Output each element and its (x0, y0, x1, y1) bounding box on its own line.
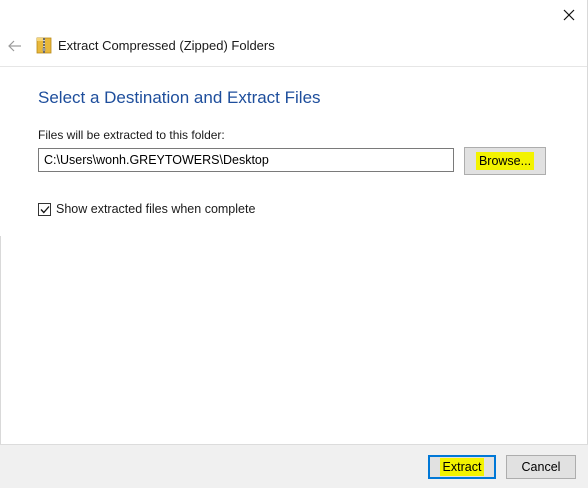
window-edge-left (0, 236, 1, 444)
back-button[interactable] (6, 37, 24, 55)
dialog-header: Extract Compressed (Zipped) Folders (0, 30, 588, 66)
extract-button[interactable]: Extract (428, 455, 496, 479)
show-files-option[interactable]: Show extracted files when complete (38, 202, 255, 216)
zipped-folder-icon (36, 36, 52, 54)
close-button[interactable] (556, 4, 582, 26)
browse-button-label: Browse... (475, 152, 535, 170)
cancel-button-label: Cancel (521, 460, 561, 474)
close-icon (563, 9, 575, 21)
destination-label: Files will be extracted to this folder: (38, 128, 225, 142)
destination-path-input[interactable] (38, 148, 454, 172)
extract-dialog: Extract Compressed (Zipped) Folders Sele… (0, 0, 588, 488)
checkmark-icon (40, 205, 49, 213)
dialog-title: Extract Compressed (Zipped) Folders (58, 38, 275, 53)
header-divider (0, 66, 588, 67)
show-files-label: Show extracted files when complete (56, 202, 256, 216)
cancel-button[interactable]: Cancel (506, 455, 576, 479)
dialog-footer: Extract Cancel (0, 444, 588, 488)
extract-button-label: Extract (439, 458, 485, 476)
page-heading: Select a Destination and Extract Files (38, 88, 321, 107)
show-files-checkbox[interactable] (38, 202, 51, 216)
back-arrow-icon (8, 40, 21, 52)
browse-button[interactable]: Browse... (464, 147, 546, 175)
